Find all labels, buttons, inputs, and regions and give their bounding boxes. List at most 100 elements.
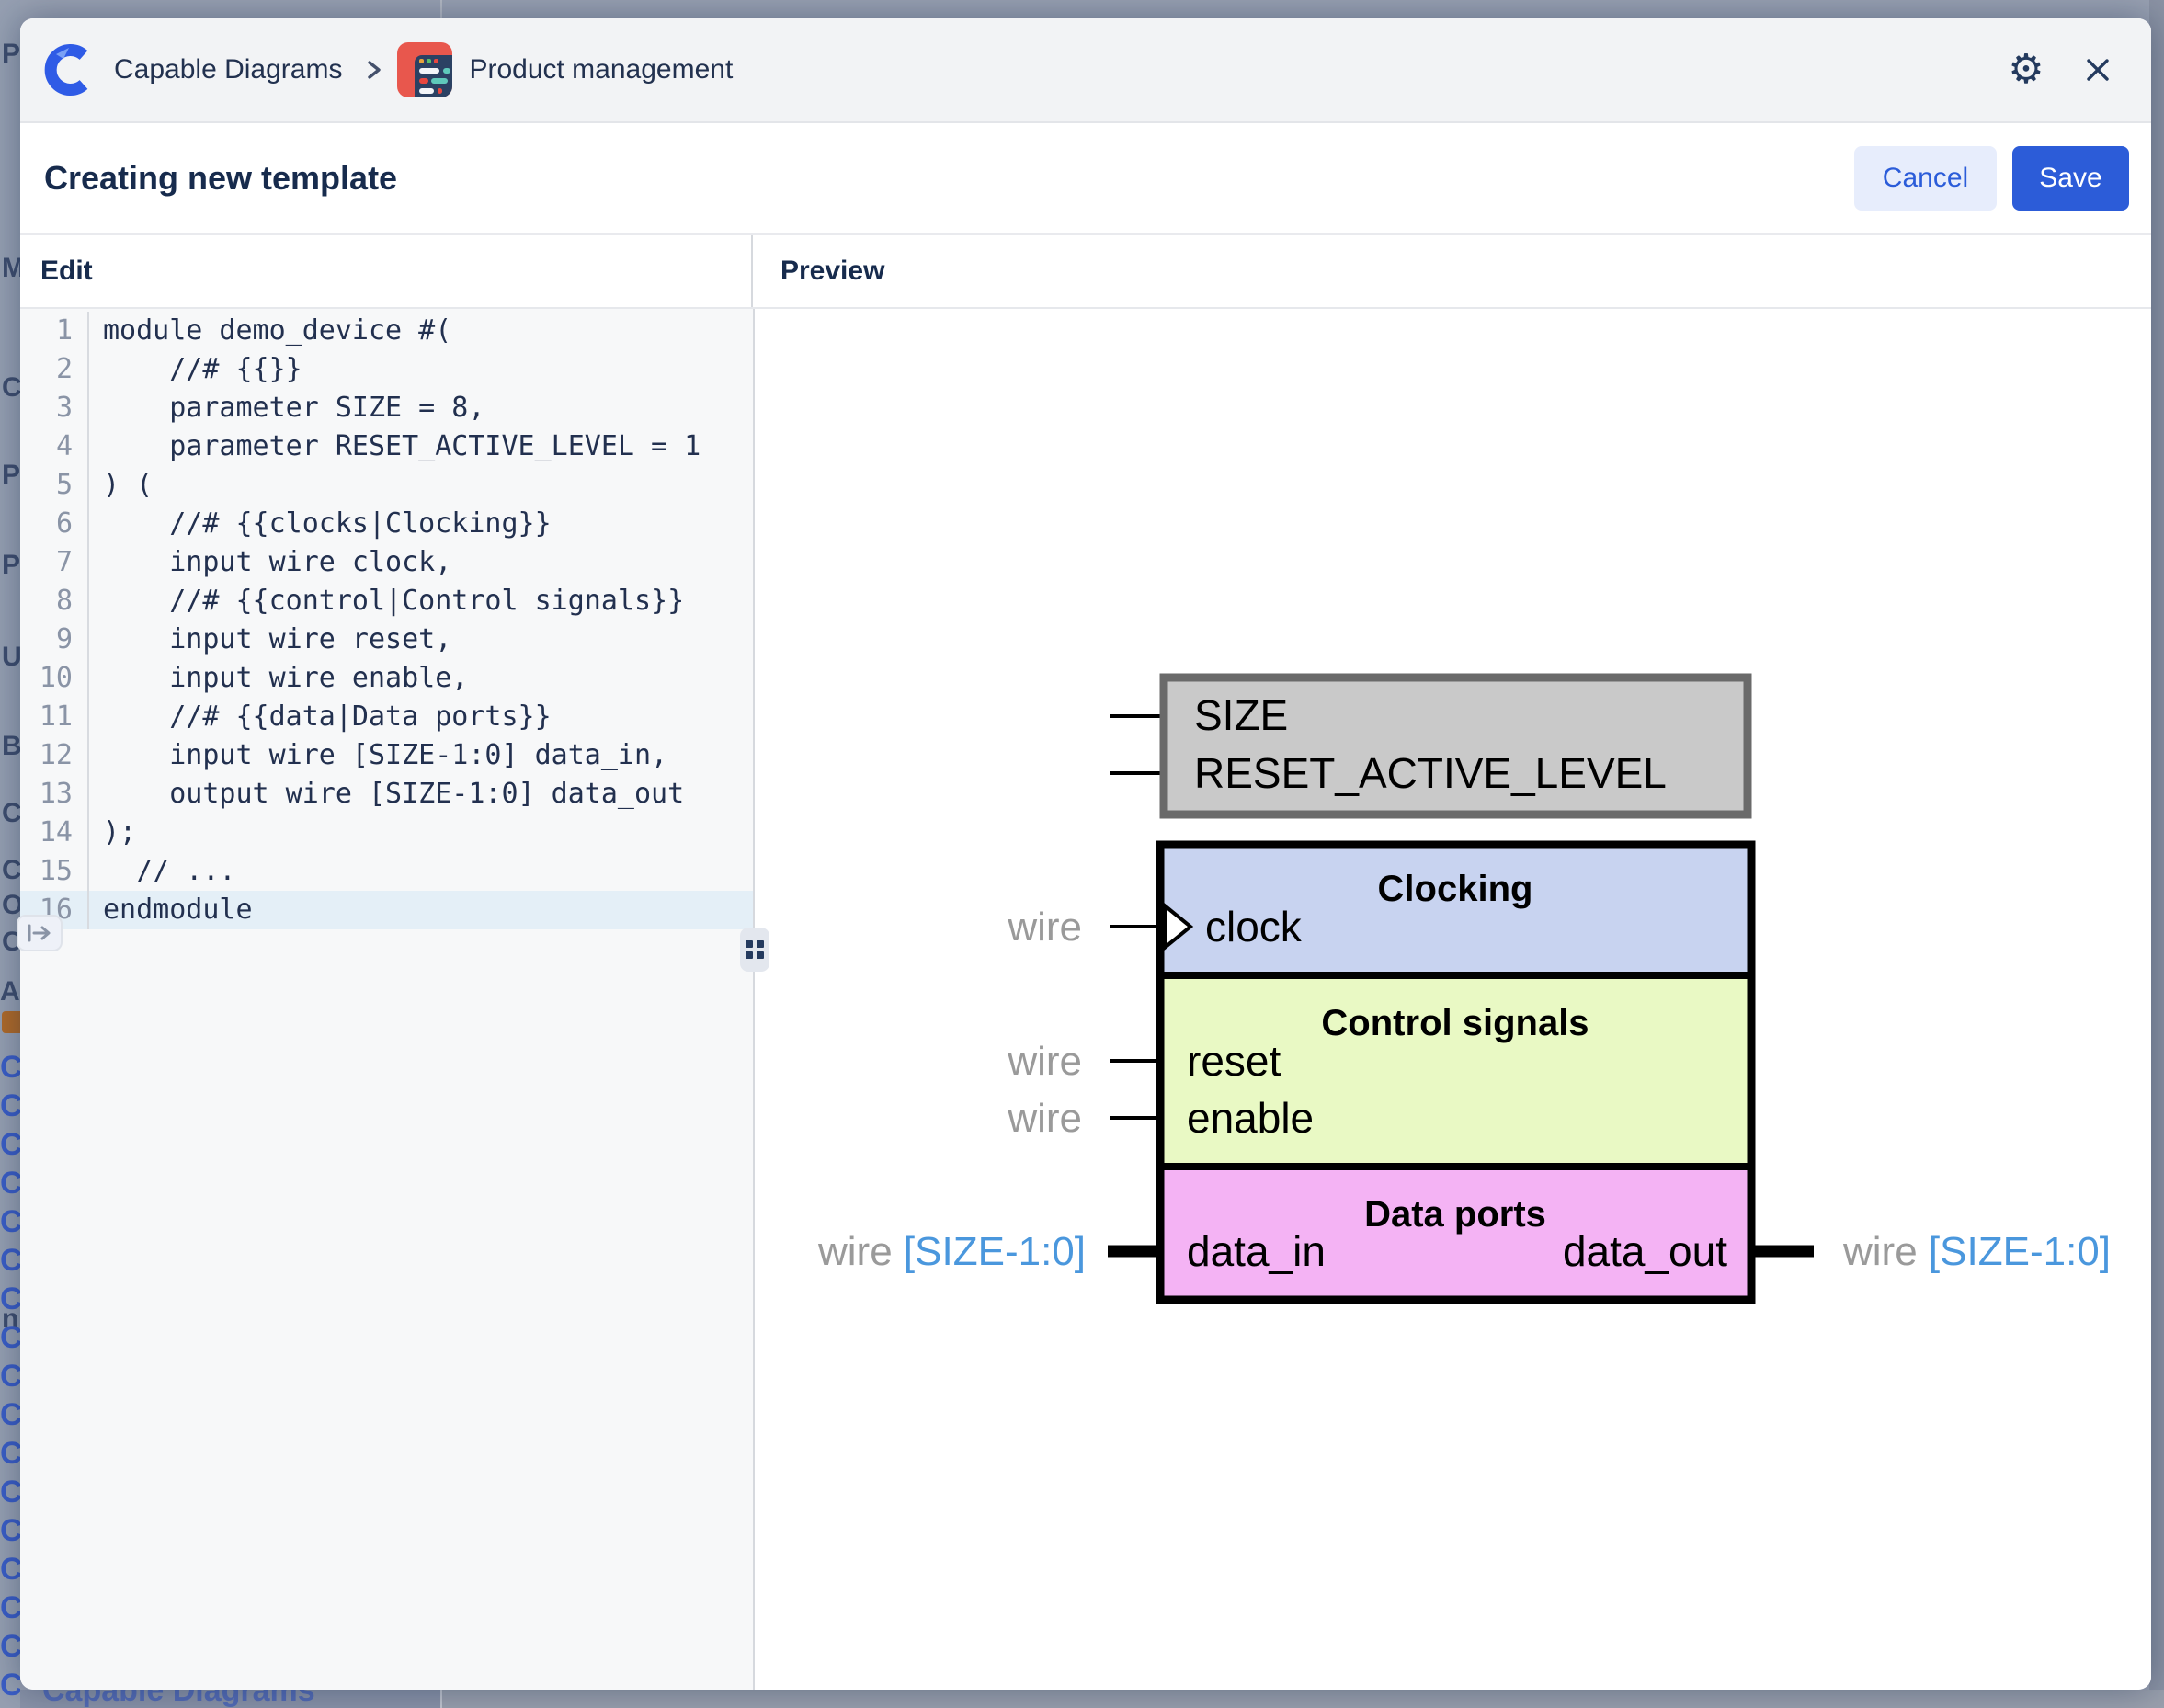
clock-wire-label: wire xyxy=(1007,905,1082,950)
code-line[interactable]: 16 endmodule xyxy=(20,891,753,929)
screen: Capable Diagrams PMClPrPrUlByCaCaOuCln A… xyxy=(0,0,2164,1708)
module-body: Clocking clock Control signals reset ena… xyxy=(1160,845,1751,1300)
data-in-port: data_in xyxy=(1187,1227,1326,1275)
code-line[interactable]: 3 parameter SIZE = 8, xyxy=(20,389,753,427)
line-number: 8 xyxy=(20,582,89,621)
settings-button[interactable]: ⚙ xyxy=(2000,44,2052,96)
capable-c-glyph: C xyxy=(0,1666,20,1704)
line-text: // ... xyxy=(89,852,236,891)
parameters-box: SIZE RESET_ACTIVE_LEVEL xyxy=(1110,678,1748,814)
clocking-title: Clocking xyxy=(1378,869,1533,909)
line-number: 1 xyxy=(20,312,89,350)
background-orange-icon xyxy=(2,1011,20,1033)
capable-c-glyph: C xyxy=(0,1473,20,1511)
clipped-label: Cl xyxy=(2,372,20,404)
background-top-strip xyxy=(0,0,2164,18)
clipped-label: Pr xyxy=(2,550,20,581)
background-bottom-strip: Capable Diagrams xyxy=(0,1690,2164,1708)
capable-c-glyph: C xyxy=(0,1202,20,1241)
clipped-label: Ca xyxy=(2,798,20,829)
line-text: ); xyxy=(89,814,136,852)
param-reset-active-level: RESET_ACTIVE_LEVEL xyxy=(1194,749,1667,797)
capable-c-glyph: C xyxy=(0,1627,20,1666)
close-button[interactable] xyxy=(2072,44,2124,96)
capable-c-glyph: C xyxy=(0,1087,20,1125)
cancel-button[interactable]: Cancel xyxy=(1854,146,1997,211)
capable-c-glyph: C xyxy=(0,1241,20,1280)
line-number: 2 xyxy=(20,350,89,389)
code-line[interactable]: 2 //# {{}} xyxy=(20,350,753,389)
code-line[interactable]: 5 ) ( xyxy=(20,466,753,505)
edit-label: Edit xyxy=(40,256,93,287)
breadcrumb-page-link[interactable]: Product management xyxy=(469,54,733,85)
chevron-right-icon xyxy=(364,56,384,84)
background-left-strip: PMClPrPrUlByCaCaOuCln AP CCCCCCCCCCCCCCC… xyxy=(0,0,20,1708)
dialog-title-bar: Creating new template Cancel Save xyxy=(20,123,2151,235)
code-editor[interactable]: 1 module demo_device #( 2 //# {{}} 3 par… xyxy=(20,309,755,1690)
breadcrumb-app-link[interactable]: Capable Diagrams xyxy=(114,54,342,85)
drag-grip-icon xyxy=(746,940,764,959)
capable-c-glyph: C xyxy=(0,1280,20,1318)
save-button[interactable]: Save xyxy=(2012,146,2129,211)
line-number: 7 xyxy=(20,543,89,582)
capable-c-glyph: C xyxy=(0,1125,20,1164)
code-line[interactable]: 1 module demo_device #( xyxy=(20,312,753,350)
control-title: Control signals xyxy=(1321,1003,1589,1043)
code-line[interactable]: 15 // ... xyxy=(20,852,753,891)
data-ports-title: Data ports xyxy=(1364,1194,1546,1235)
edit-panel-header: Edit xyxy=(20,235,753,307)
clipped-label: Ul xyxy=(2,642,20,673)
expand-arrow-icon xyxy=(26,923,53,943)
line-number: 11 xyxy=(20,698,89,736)
reset-port: reset xyxy=(1187,1037,1281,1085)
capable-c-glyph: C xyxy=(0,1048,20,1087)
line-number: 9 xyxy=(20,621,89,659)
panel-resize-handle[interactable] xyxy=(740,928,769,972)
code-line[interactable]: 12 input wire [SIZE-1:0] data_in, xyxy=(20,736,753,775)
line-text: parameter RESET_ACTIVE_LEVEL = 1 xyxy=(89,427,700,466)
capable-c-glyph: C xyxy=(0,1434,20,1473)
panel-headers: Edit Preview xyxy=(20,235,2151,309)
line-number: 5 xyxy=(20,466,89,505)
clipped-label: AP xyxy=(0,976,20,1008)
code-line[interactable]: 14 ); xyxy=(20,814,753,852)
line-text: input wire reset, xyxy=(89,621,451,659)
data-in-bus-label: wire [SIZE-1:0] xyxy=(817,1229,1086,1274)
line-text: //# {{data|Data ports}} xyxy=(89,698,552,736)
line-text: ) ( xyxy=(89,466,153,505)
page-title: Creating new template xyxy=(44,159,397,198)
create-template-dialog: Capable Diagrams Product management xyxy=(20,18,2151,1690)
line-text: //# {{}} xyxy=(89,350,302,389)
code-line[interactable]: 8 //# {{control|Control signals}} xyxy=(20,582,753,621)
line-text: input wire [SIZE-1:0] data_in, xyxy=(89,736,667,775)
capable-c-glyph: C xyxy=(0,1511,20,1550)
line-number: 4 xyxy=(20,427,89,466)
code-line[interactable]: 13 output wire [SIZE-1:0] data_out xyxy=(20,775,753,814)
background-link-text: Capable Diagrams xyxy=(42,1690,315,1708)
capable-c-glyph: C xyxy=(0,1550,20,1588)
line-text: module demo_device #( xyxy=(89,312,451,350)
enable-port: enable xyxy=(1187,1094,1314,1142)
capable-c-glyph: C xyxy=(0,1395,20,1434)
dialog-content: 1 module demo_device #( 2 //# {{}} 3 par… xyxy=(20,309,2151,1690)
clipped-label: M xyxy=(2,253,20,284)
code-line[interactable]: 11 //# {{data|Data ports}} xyxy=(20,698,753,736)
clipped-label: Pr xyxy=(2,460,20,491)
code-line[interactable]: 9 input wire reset, xyxy=(20,621,753,659)
background-right-strip xyxy=(2149,0,2164,1708)
background-column-divider xyxy=(440,1690,442,1708)
code-line[interactable]: 10 input wire enable, xyxy=(20,659,753,698)
code-line[interactable]: 7 input wire clock, xyxy=(20,543,753,582)
code-lines: 1 module demo_device #( 2 //# {{}} 3 par… xyxy=(20,309,753,929)
code-line[interactable]: 6 //# {{clocks|Clocking}} xyxy=(20,505,753,543)
line-text: input wire enable, xyxy=(89,659,468,698)
expand-sidebar-button[interactable] xyxy=(17,915,63,951)
code-line[interactable]: 4 parameter RESET_ACTIVE_LEVEL = 1 xyxy=(20,427,753,466)
line-number: 6 xyxy=(20,505,89,543)
gear-icon: ⚙ xyxy=(2008,50,2044,90)
background-column-divider xyxy=(440,0,442,18)
param-size: SIZE xyxy=(1194,691,1288,739)
line-number: 12 xyxy=(20,736,89,775)
dialog-header: Capable Diagrams Product management xyxy=(20,18,2151,123)
preview-panel-header: Preview xyxy=(753,235,2151,307)
